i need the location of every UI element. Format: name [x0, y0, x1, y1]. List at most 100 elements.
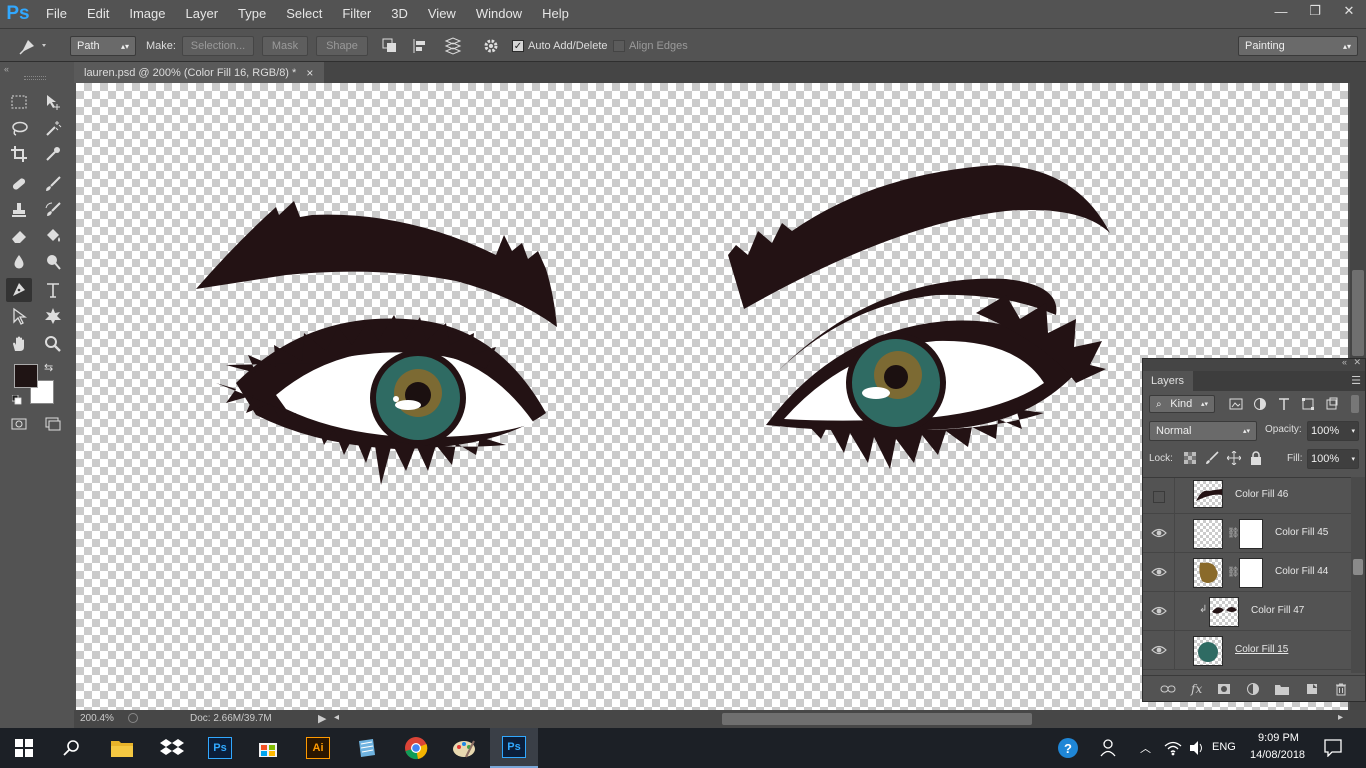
layer-visibility-toggle[interactable]: [1153, 491, 1165, 503]
panel-grip[interactable]: [24, 76, 46, 80]
restore-button[interactable]: ❐: [1298, 0, 1332, 22]
minimize-button[interactable]: —: [1264, 0, 1298, 22]
path-selection-tool[interactable]: [6, 304, 32, 328]
path-alignment-button[interactable]: [410, 36, 430, 56]
workspace-select[interactable]: Painting ▴▾: [1238, 36, 1358, 56]
layer-filter-select[interactable]: ⌕ Kind ▴▾: [1149, 395, 1215, 413]
eyedropper-tool[interactable]: [40, 142, 66, 166]
document-tab[interactable]: lauren.psd @ 200% (Color Fill 16, RGB/8)…: [74, 62, 324, 83]
new-group-icon[interactable]: [1274, 682, 1290, 696]
paint-bucket-tool[interactable]: [40, 224, 66, 248]
quick-mask-button[interactable]: [6, 412, 32, 436]
rectangular-marquee-tool[interactable]: [6, 90, 32, 114]
lock-image-pixels-icon[interactable]: [1205, 451, 1219, 465]
layer-thumbnail[interactable]: [1193, 519, 1223, 549]
scroll-left-icon[interactable]: ◂: [334, 712, 339, 723]
close-tab-icon[interactable]: ×: [306, 66, 313, 80]
history-brush-tool[interactable]: [40, 198, 66, 222]
healing-brush-tool[interactable]: [6, 172, 32, 196]
layer-row-color-fill-47[interactable]: ↲ Color Fill 47: [1143, 592, 1351, 631]
crop-tool[interactable]: [6, 142, 32, 166]
custom-shape-tool[interactable]: [40, 304, 66, 328]
layers-panel-header[interactable]: « ✕: [1143, 357, 1365, 371]
layer-thumbnail[interactable]: [1209, 597, 1239, 627]
fx-icon[interactable]: fx: [1191, 682, 1202, 696]
lock-position-icon[interactable]: [1227, 451, 1241, 465]
align-edges-checkbox[interactable]: [613, 40, 625, 52]
layer-mask-thumbnail[interactable]: [1239, 558, 1263, 588]
collapse-panel-icon[interactable]: «: [1342, 357, 1347, 367]
menu-3d[interactable]: 3D: [381, 0, 418, 28]
hand-tool[interactable]: [6, 332, 32, 356]
layer-thumbnail[interactable]: [1193, 558, 1223, 588]
vertical-scroll-thumb[interactable]: [1352, 270, 1364, 356]
screen-mode-button[interactable]: [40, 412, 66, 436]
magic-wand-tool[interactable]: [40, 116, 66, 140]
eraser-tool[interactable]: [6, 224, 32, 248]
make-mask-button[interactable]: Mask: [262, 36, 308, 56]
blend-mode-select[interactable]: Normal ▴▾: [1149, 421, 1257, 441]
layer-row-color-fill-45[interactable]: ⛓ Color Fill 45: [1143, 514, 1351, 553]
taskbar-photoshop-active[interactable]: Ps: [490, 728, 538, 768]
start-button[interactable]: [0, 728, 48, 768]
menu-type[interactable]: Type: [228, 0, 276, 28]
lasso-tool[interactable]: [6, 116, 32, 140]
menu-view[interactable]: View: [418, 0, 466, 28]
show-hidden-icons-chevron-icon[interactable]: ︿: [1140, 740, 1151, 756]
link-layers-icon[interactable]: [1160, 682, 1176, 696]
swap-colors-icon[interactable]: ⇆: [44, 361, 53, 374]
layer-row-color-fill-15[interactable]: Color Fill 15: [1143, 631, 1351, 670]
menu-help[interactable]: Help: [532, 0, 579, 28]
pen-tool[interactable]: [6, 278, 32, 302]
brush-tool[interactable]: [40, 172, 66, 196]
input-language[interactable]: ENG: [1212, 741, 1236, 753]
taskbar-notes[interactable]: [342, 728, 390, 768]
new-layer-icon[interactable]: [1305, 682, 1319, 696]
menu-window[interactable]: Window: [466, 0, 532, 28]
taskbar-store[interactable]: [244, 728, 292, 768]
search-button[interactable]: [48, 728, 96, 768]
move-tool[interactable]: [40, 90, 66, 114]
clock-time[interactable]: 9:09 PM: [1258, 732, 1299, 744]
new-adjustment-layer-icon[interactable]: [1246, 682, 1260, 696]
add-mask-icon[interactable]: [1217, 682, 1231, 696]
panel-menu-icon[interactable]: ☰: [1351, 374, 1361, 387]
people-icon[interactable]: [1100, 739, 1120, 757]
menu-layer[interactable]: Layer: [176, 0, 229, 28]
tool-preset-picker[interactable]: [16, 36, 50, 56]
auto-add-delete-checkbox[interactable]: ✓: [512, 40, 524, 52]
trash-icon[interactable]: [1334, 682, 1348, 696]
make-selection-button[interactable]: Selection...: [182, 36, 254, 56]
menu-edit[interactable]: Edit: [77, 0, 119, 28]
taskbar-paint[interactable]: [440, 728, 488, 768]
help-icon[interactable]: ?: [1058, 738, 1078, 758]
default-colors-icon[interactable]: [11, 394, 22, 405]
layer-thumbnail[interactable]: [1193, 480, 1223, 508]
layer-row-color-fill-46[interactable]: Color Fill 46: [1143, 478, 1351, 514]
path-operations-button[interactable]: [380, 36, 400, 56]
horizontal-scroll-thumb[interactable]: [722, 713, 1032, 725]
clock-date[interactable]: 14/08/2018: [1250, 749, 1305, 761]
layers-scrollbar[interactable]: [1351, 477, 1365, 673]
align-edges-toggle[interactable]: Align Edges: [613, 36, 688, 56]
tab-layers[interactable]: Layers: [1143, 371, 1193, 391]
eye-icon[interactable]: [1151, 526, 1167, 540]
taskbar-chrome[interactable]: [392, 728, 440, 768]
close-button[interactable]: ✕: [1332, 0, 1366, 22]
layer-mask-thumbnail[interactable]: [1239, 519, 1263, 549]
filter-toggle-switch[interactable]: [1351, 395, 1359, 413]
eye-icon[interactable]: [1151, 643, 1167, 657]
taskbar-photoshop[interactable]: Ps: [196, 728, 244, 768]
fill-field[interactable]: 100% ▾: [1307, 449, 1359, 469]
volume-icon[interactable]: [1188, 740, 1206, 756]
eye-icon[interactable]: [1151, 565, 1167, 579]
filter-adjustment-icon[interactable]: [1253, 397, 1267, 411]
path-arrangement-button[interactable]: [442, 36, 464, 56]
menu-image[interactable]: Image: [119, 0, 175, 28]
layer-row-color-fill-44[interactable]: ⛓ Color Fill 44: [1143, 553, 1351, 592]
auto-add-delete-toggle[interactable]: ✓ Auto Add/Delete: [512, 36, 608, 56]
filter-shape-icon[interactable]: [1301, 397, 1315, 411]
taskbar-illustrator[interactable]: Ai: [294, 728, 342, 768]
filter-smart-object-icon[interactable]: [1325, 397, 1339, 411]
taskbar-dropbox[interactable]: [148, 728, 196, 768]
